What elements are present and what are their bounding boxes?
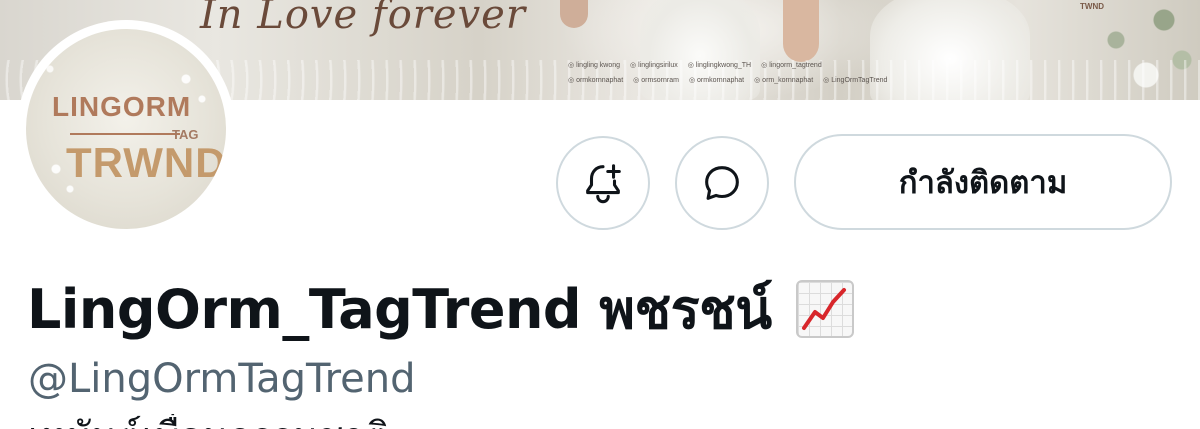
banner-script-title: In Love forever: [200, 0, 526, 38]
banner-figure-arm: [783, 0, 819, 62]
avatar-image: LINGORM TAG TRWND: [26, 29, 226, 229]
profile-name-row: LingOrm_TagTrend พชรชน์: [27, 266, 854, 352]
credit-handle: linglingkwong_TH: [688, 58, 751, 73]
banner-figure: [560, 0, 588, 28]
credit-handle: ormsornram: [633, 73, 679, 88]
avatar-logo-text: LINGORM: [52, 91, 192, 122]
avatar-logo-subtext: TRWND: [66, 139, 226, 186]
credit-handle: ormkornnaphat: [689, 73, 744, 88]
credit-handle: linglingsirilux: [630, 58, 678, 73]
credit-handle: lingling kwong: [568, 58, 620, 73]
following-button[interactable]: กำลังติดตาม: [794, 134, 1172, 230]
banner-credits-row: ormkornnaphat ormsornram ormkornnaphat o…: [568, 73, 1028, 88]
banner-credits-row: lingling kwong linglingsirilux linglingk…: [568, 58, 1028, 73]
banner-corner-logo: TWND: [1080, 2, 1104, 11]
profile-avatar[interactable]: LINGORM TAG TRWND: [17, 20, 235, 238]
credit-handle: ormkornnaphat: [568, 73, 623, 88]
message-bubble-icon: [705, 166, 739, 200]
chart-increasing-icon: [795, 280, 854, 338]
avatar-logo-line: [70, 133, 180, 135]
bell-plus-icon: [586, 164, 621, 204]
profile-bio: เหมันต์เพื่อนธรรมชาติ: [28, 414, 389, 429]
message-button[interactable]: [675, 136, 769, 230]
credit-handle: orm_kornnaphat: [754, 73, 813, 88]
credit-handle: lingorm_tagtrend: [761, 58, 822, 73]
banner-credits: lingling kwong linglingsirilux linglingk…: [568, 58, 1028, 88]
profile-handle: @LingOrmTagTrend: [28, 356, 416, 402]
credit-handle: LingOrmTagTrend: [823, 73, 887, 88]
display-name: LingOrm_TagTrend พชรชน์: [27, 278, 772, 341]
notifications-button[interactable]: [556, 136, 650, 230]
